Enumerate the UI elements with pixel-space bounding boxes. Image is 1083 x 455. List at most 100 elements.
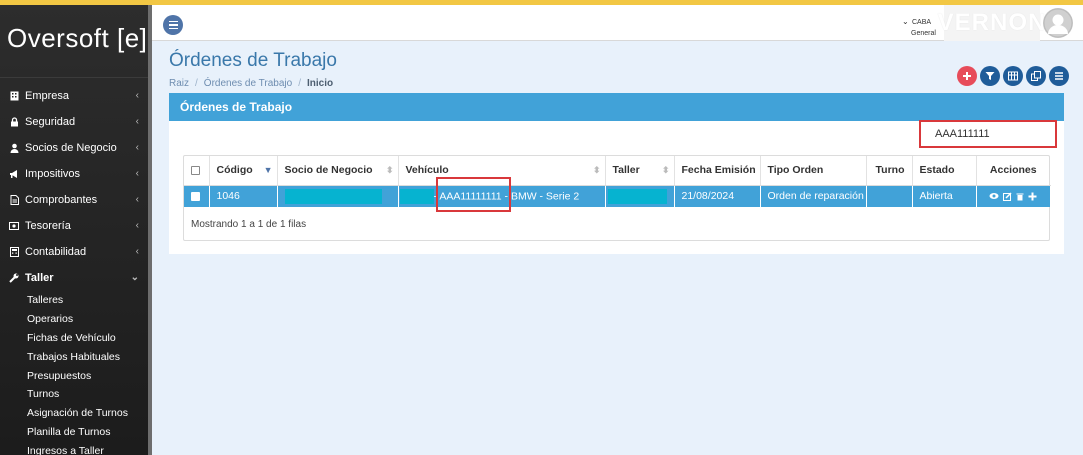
column-header-estado[interactable]: Estado [912,156,977,186]
sidebar-item-tesoreria[interactable]: Tesorería ‹ [0,213,148,239]
sidebar-item-taller[interactable]: Taller ⌄ [0,265,148,291]
sidebar-item-impositivos[interactable]: Impositivos ‹ [0,161,148,187]
cell-socio [277,185,399,207]
sidebar-item-label: Contabilidad [25,246,87,258]
column-header-taller[interactable]: Taller ⬍ [605,156,675,186]
cell-taller [605,185,675,207]
sidebar-item-empresa[interactable]: Empresa ‹ [0,83,148,109]
sidebar: Oversoft [e] Empresa ‹ Seguridad ‹ Socio… [0,5,148,455]
brand-watermark: VERNON [938,5,1045,41]
user-silhouette-icon [1043,8,1073,38]
cell-codigo: 1046 [209,185,278,207]
submenu-item-planilla-de-turnos[interactable]: Planilla de Turnos [27,423,148,442]
edit-icon[interactable] [1003,192,1012,201]
building-icon [9,91,19,101]
plus-icon[interactable] [1028,192,1037,201]
money-icon [9,221,19,231]
column-header-fecha[interactable]: Fecha Emisión [674,156,761,186]
column-label: Código [216,164,253,177]
column-header-tipo[interactable]: Tipo Orden [760,156,867,186]
row-actions [977,192,1050,201]
sidebar-item-label: Taller [25,272,54,284]
location-city: CABA [912,19,932,26]
table-icon [1008,71,1018,81]
sidebar-menu: Empresa ‹ Seguridad ‹ Socios de Negocio … [0,83,148,455]
submenu-item-operarios[interactable]: Operarios [27,310,148,329]
submenu-item-talleres[interactable]: Talleres [27,291,148,310]
sidebar-item-seguridad[interactable]: Seguridad ‹ [0,109,148,135]
eye-icon[interactable] [989,192,999,200]
search-input[interactable] [921,122,1055,146]
column-header-turno[interactable]: Turno [866,156,913,186]
copy-icon [1031,71,1041,81]
submenu-item-fichas-de-vehiculo[interactable]: Fichas de Vehículo [27,329,148,348]
sidebar-item-label: Empresa [25,90,70,102]
logo-divider [0,77,148,78]
copy-button[interactable] [1026,66,1046,86]
breadcrumb-ordenes[interactable]: Órdenes de Trabajo [204,78,292,89]
redacted-block [607,188,667,204]
submenu-item-asignacion-de-turnos[interactable]: Asignación de Turnos [27,404,148,423]
hamburger-line [168,27,178,30]
list-menu-button[interactable] [1049,66,1069,86]
submenu-item-presupuestos[interactable]: Presupuestos [27,366,148,385]
column-label: Turno [875,164,905,177]
sort-icon: ⬍ [592,165,601,175]
list-icon [1055,72,1063,80]
plus-icon [963,72,971,80]
search-box [919,120,1057,148]
column-header-acciones: Acciones [976,156,1050,186]
column-label: Taller [612,164,640,177]
breadcrumb: Raiz / Órdenes de Trabajo / Inicio [169,78,333,89]
sidebar-item-label: Impositivos [25,168,81,180]
trash-icon[interactable] [1016,192,1024,201]
add-button[interactable] [957,66,977,86]
panel-title: Órdenes de Trabajo [169,93,1064,121]
submenu-item-trabajos-habituales[interactable]: Trabajos Habituales [27,347,148,366]
sidebar-divider [148,5,152,455]
breadcrumb-current: Inicio [306,78,334,89]
highlight-annotation [436,177,511,212]
column-header-socio[interactable]: Socio de Negocio ⬍ [277,156,399,186]
table-row[interactable]: 1046 - AAA11111111 - BMW - Serie 2 21/08… [184,185,1051,207]
table-header-row: Código ▼ Socio de Negocio ⬍ Vehículo ⬍ Tall… [184,156,1050,186]
submenu-item-turnos[interactable]: Turnos [27,385,148,404]
column-header-codigo[interactable]: Código ▼ [209,156,278,186]
menu-toggle-button[interactable] [163,15,183,35]
columns-button[interactable] [1003,66,1023,86]
chevron-left-icon: ‹ [135,168,139,179]
orders-table: Código ▼ Socio de Negocio ⬍ Vehículo ⬍ Tall… [183,155,1051,241]
sidebar-item-socios-de-negocio[interactable]: Socios de Negocio ‹ [0,135,148,161]
column-label: Tipo Orden [767,164,824,177]
chevron-left-icon: ‹ [135,90,139,101]
select-all-header [184,156,210,186]
user-icon [9,143,19,153]
sidebar-item-contabilidad[interactable]: Contabilidad ‹ [0,239,148,265]
chevron-down-icon: ⌄ [130,272,139,283]
app-logo: Oversoft [e] [7,23,148,53]
hamburger-line [168,24,178,26]
bullhorn-icon [9,169,19,179]
column-label: Estado [919,164,955,177]
sort-icon: ⬍ [385,165,394,175]
select-all-checkbox[interactable] [191,165,200,175]
document-icon [9,195,19,205]
sidebar-item-label: Tesorería [25,220,71,232]
pagination-summary: Mostrando 1 a 1 de 1 filas [191,219,307,230]
page-title: Órdenes de Trabajo [169,50,337,71]
taller-submenu: Talleres Operarios Fichas de Vehículo Tr… [0,291,148,455]
column-label: Fecha Emisión [681,164,756,177]
filter-button[interactable] [980,66,1000,86]
row-checkbox[interactable] [191,191,200,201]
row-select-cell [184,185,210,207]
redacted-block [284,188,382,204]
sidebar-item-comprobantes[interactable]: Comprobantes ‹ [0,187,148,213]
sidebar-item-label: Comprobantes [25,194,98,206]
toolbar-actions [957,66,1069,86]
breadcrumb-root[interactable]: Raiz [169,78,189,89]
breadcrumb-separator: / [195,78,198,89]
location-branch: General [911,30,936,37]
column-label: Vehículo [405,164,449,177]
submenu-item-ingresos-a-taller[interactable]: Ingresos a Taller [27,441,148,455]
user-avatar[interactable] [1043,8,1073,38]
